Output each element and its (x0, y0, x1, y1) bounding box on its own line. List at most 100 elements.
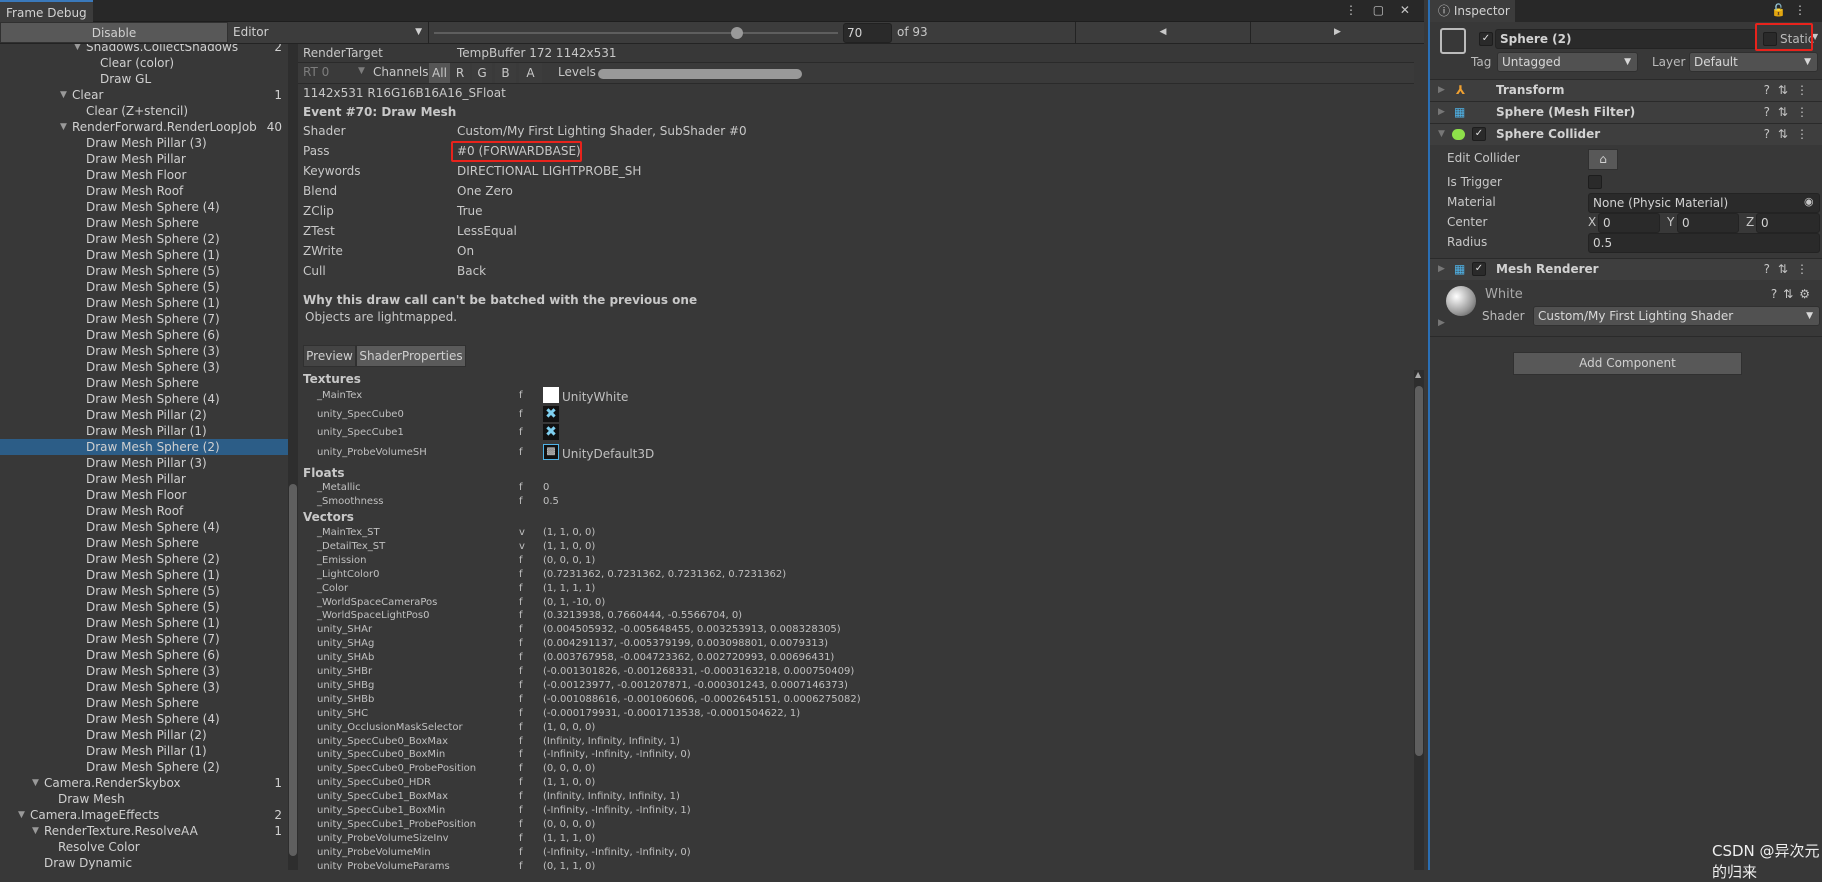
tree-row[interactable]: Draw Mesh Sphere (3) (0, 343, 288, 359)
tree-row[interactable]: Draw Mesh Sphere (5) (0, 279, 288, 295)
tree-row[interactable]: Draw Mesh Sphere (4) (0, 711, 288, 727)
tab-shader-properties[interactable]: ShaderProperties (356, 345, 466, 367)
tree-row[interactable]: Draw Mesh Sphere (5) (0, 263, 288, 279)
tree-row[interactable]: Draw Mesh (0, 791, 288, 807)
foldout-icon[interactable]: ▶ (1438, 318, 1445, 328)
gameobject-cube-icon[interactable] (1440, 28, 1466, 54)
radius-field[interactable]: 0.5 (1588, 233, 1820, 253)
tree-row[interactable]: Draw Mesh Sphere (5) (0, 599, 288, 615)
tree-row[interactable]: Draw Mesh Sphere (0, 215, 288, 231)
missing-cubemap-icon[interactable]: ✖ (543, 406, 559, 422)
expand-arrow-icon[interactable]: ▼ (18, 807, 25, 823)
tree-row[interactable]: Draw Mesh Sphere (1) (0, 295, 288, 311)
component-actions-icons[interactable]: ?⇅⋮ (1764, 124, 1816, 145)
expand-arrow-icon[interactable]: ▼ (32, 775, 39, 791)
tab-inspector[interactable]: ⓘ Inspector (1430, 0, 1515, 22)
tree-row[interactable]: Draw Mesh Pillar (1) (0, 743, 288, 759)
collider-enabled-checkbox[interactable]: ✓ (1472, 127, 1486, 141)
foldout-icon[interactable]: ▶ (1438, 80, 1445, 101)
tree-row[interactable]: ▼ Camera.ImageEffects 2 (0, 807, 288, 823)
tree-row[interactable]: Clear (Z+stencil) (0, 103, 288, 119)
tree-row[interactable]: Draw GL (0, 71, 288, 87)
component-actions-icons[interactable]: ?⇅⋮ (1764, 259, 1816, 280)
tree-row[interactable]: ▼ RenderTexture.ResolveAA 1 (0, 823, 288, 839)
tree-row[interactable]: Draw Mesh Floor (0, 487, 288, 503)
tree-scrollbar-thumb[interactable] (289, 484, 297, 856)
tree-row[interactable]: Draw Mesh Pillar (2) (0, 727, 288, 743)
prev-event-button[interactable]: ◀ (1075, 22, 1250, 43)
scroll-up-icon[interactable]: ▲ (1415, 370, 1421, 379)
component-mesh-filter[interactable]: ▶ ▦ Sphere (Mesh Filter) ?⇅⋮ (1430, 101, 1822, 123)
component-transform[interactable]: ▶ ⅄ Transform ?⇅⋮ (1430, 79, 1822, 101)
channel-button-g[interactable]: G (472, 63, 492, 83)
tree-row[interactable]: Draw Mesh Sphere (6) (0, 327, 288, 343)
tree-row[interactable]: ▼ RenderForward.RenderLoopJob 40 (0, 119, 288, 135)
tree-row[interactable]: Draw Mesh Sphere (2) (0, 439, 288, 455)
edit-collider-button[interactable]: ⌂ (1588, 149, 1618, 170)
tree-row[interactable]: Draw Mesh Sphere (3) (0, 679, 288, 695)
channel-button-all[interactable]: All (429, 63, 450, 83)
tree-row[interactable]: Draw Mesh Sphere (2) (0, 231, 288, 247)
tree-row[interactable]: Draw Mesh Sphere (4) (0, 391, 288, 407)
tree-row[interactable]: Clear (color) (0, 55, 288, 71)
event-slider-thumb[interactable] (731, 27, 743, 39)
tree-row[interactable]: Draw Mesh Sphere (1) (0, 567, 288, 583)
component-actions-icons[interactable]: ?⇅⋮ (1764, 80, 1816, 101)
disable-button[interactable]: Disable (0, 22, 228, 43)
tree-row[interactable]: ▼ Clear 1 (0, 87, 288, 103)
tree-row[interactable]: Draw Mesh Sphere (1) (0, 615, 288, 631)
tag-dropdown[interactable]: Untagged ▼ (1497, 52, 1638, 72)
target-dropdown[interactable]: Editor ▼ (229, 22, 429, 43)
tree-row[interactable]: Draw Dynamic (0, 855, 288, 870)
foldout-icon[interactable]: ▶ (1438, 102, 1445, 123)
physic-material-field[interactable]: None (Physic Material) (1588, 193, 1820, 213)
tree-row[interactable]: Draw Mesh Sphere (0, 535, 288, 551)
channel-button-b[interactable]: B (495, 63, 516, 83)
object-picker-icon[interactable]: ◉ (1804, 195, 1814, 208)
add-component-button[interactable]: Add Component (1513, 352, 1742, 375)
rt-dropdown[interactable]: RT 0 (303, 65, 329, 79)
tree-row[interactable]: Resolve Color (0, 839, 288, 855)
is-trigger-checkbox[interactable] (1588, 175, 1602, 189)
texture3d-icon[interactable]: ▩ (543, 444, 559, 460)
details-scrollbar[interactable]: ▲ (1414, 370, 1424, 870)
component-sphere-collider[interactable]: ▼ ✓ Sphere Collider ?⇅⋮ (1430, 123, 1822, 145)
center-z-field[interactable]: 0 (1756, 213, 1820, 233)
channel-button-a[interactable]: A (519, 63, 542, 83)
tree-row[interactable]: ▼ Shadows.CollectShadows 2 (0, 44, 288, 55)
layer-dropdown[interactable]: Default ▼ (1689, 52, 1818, 72)
tree-row[interactable]: Draw Mesh Sphere (1) (0, 247, 288, 263)
expand-arrow-icon[interactable]: ▼ (60, 119, 67, 135)
expand-arrow-icon[interactable]: ▼ (74, 44, 81, 55)
tree-row[interactable]: Draw Mesh Pillar (3) (0, 455, 288, 471)
material-actions-icons[interactable]: ?⇅⚙ (1771, 287, 1816, 301)
center-x-field[interactable]: 0 (1598, 213, 1660, 233)
tab-preview[interactable]: Preview (303, 345, 356, 367)
tree-row[interactable]: Draw Mesh Pillar (3) (0, 135, 288, 151)
missing-cubemap-icon[interactable]: ✖ (543, 424, 559, 440)
tab-frame-debug[interactable]: Frame Debug (0, 0, 93, 22)
levels-range-slider[interactable] (598, 69, 802, 79)
tree-row[interactable]: Draw Mesh Sphere (3) (0, 663, 288, 679)
white-texture-icon[interactable] (543, 387, 559, 403)
tree-row[interactable]: Draw Mesh Sphere (2) (0, 759, 288, 775)
expand-arrow-icon[interactable]: ▼ (60, 87, 67, 103)
tree-row[interactable]: Draw Mesh Floor (0, 167, 288, 183)
shader-dropdown[interactable]: Custom/My First Lighting Shader ▼ (1533, 306, 1820, 326)
center-y-field[interactable]: 0 (1677, 213, 1739, 233)
tree-row[interactable]: Draw Mesh Sphere (7) (0, 631, 288, 647)
foldout-open-icon[interactable]: ▼ (1438, 124, 1445, 145)
active-checkbox[interactable]: ✓ (1479, 32, 1493, 46)
tree-row[interactable]: Draw Mesh Pillar (2) (0, 407, 288, 423)
renderer-enabled-checkbox[interactable]: ✓ (1472, 262, 1486, 276)
lock-icon[interactable]: 🔓⋮ (1771, 3, 1814, 17)
details-scrollbar-thumb[interactable] (1415, 386, 1423, 756)
tree-row[interactable]: Draw Mesh Sphere (4) (0, 519, 288, 535)
component-mesh-renderer[interactable]: ▶ ▦ ✓ Mesh Renderer ?⇅⋮ (1430, 258, 1822, 280)
tree-row[interactable]: Draw Mesh Sphere (3) (0, 359, 288, 375)
tree-row[interactable]: Draw Mesh Sphere (0, 695, 288, 711)
tree-row[interactable]: Draw Mesh Pillar (0, 471, 288, 487)
window-menu-icons[interactable]: ⋮ ▢ ✕ (1345, 3, 1416, 17)
tree-row[interactable]: Draw Mesh Sphere (5) (0, 583, 288, 599)
tree-row[interactable]: ▼ Camera.RenderSkybox 1 (0, 775, 288, 791)
